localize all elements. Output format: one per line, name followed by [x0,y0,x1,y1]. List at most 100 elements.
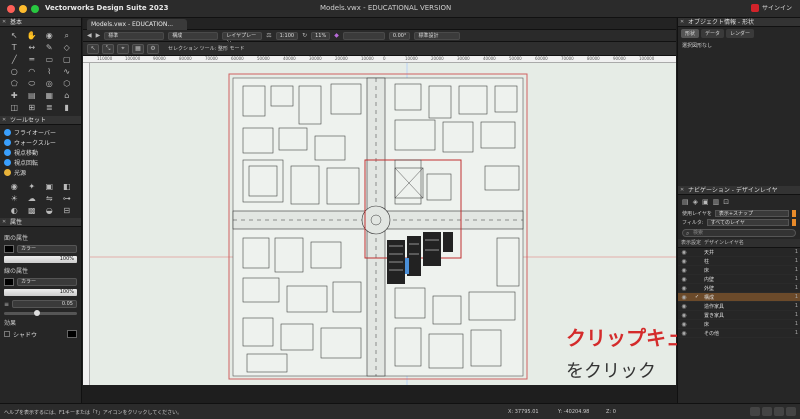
slab-icon[interactable]: ▦ [41,90,58,101]
visibility-eye-icon[interactable]: ◉ [678,321,690,328]
col-visibility[interactable]: 表示設定 [678,239,704,247]
arc-icon[interactable]: ◠ [24,66,41,77]
object-info-title[interactable]: オブジェクト情報 - 形状 [678,18,800,27]
double-line-icon[interactable]: ═ [24,54,41,65]
fill-opacity[interactable]: 100% [4,256,77,263]
render-icon[interactable]: ◐ [6,205,23,216]
shadow-swatch[interactable] [67,330,77,338]
help-button[interactable] [774,407,784,416]
active-layer-dropdown[interactable]: 表示+スナップ [714,210,789,217]
fill-type-dropdown[interactable]: カラー [17,245,77,253]
tab-models[interactable]: Models.vwx - EDUCATION... [87,19,187,30]
dimension-icon[interactable]: ↔ [24,42,41,53]
forward-icon[interactable]: ▶ [96,32,101,39]
zoom-value[interactable]: 11% [311,31,331,40]
col-name[interactable]: デザインレイヤ名 [704,239,744,247]
layer-plane-dropdown[interactable]: レイヤプレーン [222,31,263,46]
visibility-eye-icon[interactable]: ◉ [678,258,690,265]
tab-render[interactable]: レンダー [726,29,755,38]
section-icon[interactable]: ◧ [59,181,76,192]
back-icon[interactable]: ◀ [87,32,92,39]
attribute-icon[interactable]: ◇ [59,42,76,53]
toolset-item-pan-view[interactable]: 視点移動 [4,147,77,157]
notification-icon[interactable] [750,3,759,12]
view-options-button[interactable] [786,407,796,416]
pan-icon[interactable]: ✋ [24,30,41,41]
layer-row[interactable]: ◉ その他 1 [678,329,800,338]
stair-icon[interactable]: ≣ [41,102,58,113]
transform-mode-icon[interactable]: ⤡ [102,43,114,54]
render-mode-icon[interactable]: ◆ [334,32,339,39]
visibility-eye-icon[interactable]: ◉ [678,267,690,274]
layers-icon[interactable]: ◈ [693,198,698,206]
visibility-eye-icon[interactable]: ◉ [678,285,690,292]
visibility-eye-icon[interactable]: ◉ [678,276,690,283]
layer-row[interactable]: ◉ 天井 1 [678,248,800,257]
angle-value[interactable]: 0.00° [388,31,411,40]
grid-button[interactable] [762,407,772,416]
line-opacity[interactable]: 100% [4,289,77,296]
attributes-palette-title[interactable]: 属性 [0,218,81,227]
toolset-item-flyover[interactable]: フライオーバー [4,127,77,137]
settings-icon[interactable]: ⚙ [147,43,159,54]
column-icon[interactable]: ▮ [59,102,76,113]
view-dropdown[interactable]: 標準設計 [414,31,461,40]
freehand-icon[interactable]: ∿ [59,66,76,77]
filter-dropdown[interactable]: すべてのレイヤ [706,219,789,226]
scale-value[interactable]: 1:100 [275,31,299,40]
align-icon[interactable]: ⊟ [59,205,76,216]
navigation-title[interactable]: ナビゲーション - デザインレイヤ [678,186,800,195]
layer-row[interactable]: ◉ ✓ 構成 1 [678,293,800,302]
opacity-slider[interactable] [4,310,77,316]
close-window-button[interactable] [7,5,15,13]
spiral-icon[interactable]: ◎ [41,78,58,89]
visibility-eye-icon[interactable]: ◉ [678,249,690,256]
layer-row[interactable]: ◉ 柱 1 [678,257,800,266]
projection-dropdown[interactable] [342,31,385,40]
layer-row[interactable]: ◉ 置き家具 1 [678,311,800,320]
minimize-window-button[interactable] [19,5,27,13]
layer-search-input[interactable]: 検索 [682,229,796,237]
cloud-icon[interactable]: ☁ [24,193,41,204]
rounded-rect-icon[interactable]: ▢ [59,54,76,65]
snap-button[interactable] [750,407,760,416]
basic-palette-title[interactable]: 基本 [0,18,81,27]
tab-data[interactable]: データ [701,29,725,38]
toolset-item-walkthrough[interactable]: ウォークスルー [4,137,77,147]
layer-row[interactable]: ◉ 内壁 1 [678,275,800,284]
tape-icon[interactable]: ⊶ [59,193,76,204]
sheets-icon[interactable]: ▥ [713,198,720,206]
tab-shape[interactable]: 形状 [681,29,700,38]
regular-polygon-icon[interactable]: ⬡ [59,78,76,89]
clip-cube-icon[interactable]: ▣ [41,181,58,192]
rotate-plan-icon[interactable]: ↻ [302,32,307,39]
fill-swatch[interactable] [4,245,14,253]
window-icon[interactable]: ⊞ [24,102,41,113]
toolset-palette-title[interactable]: ツールセット [0,116,81,125]
sun-icon[interactable]: ☀ [6,193,23,204]
classes-icon[interactable]: ▤ [682,198,689,206]
camera-icon[interactable]: ◉ [6,181,23,192]
visibility-eye-icon[interactable]: ◉ [678,303,690,310]
protractor-icon[interactable]: ◒ [41,205,58,216]
locus-icon[interactable]: ✚ [6,90,23,101]
flyover-icon[interactable]: ◉ [41,30,58,41]
layer-row[interactable]: ◉ 外壁 1 [678,284,800,293]
polygon-icon[interactable]: ⬠ [6,78,23,89]
roof-icon[interactable]: ⌂ [59,90,76,101]
pointer-icon[interactable]: ↖ [6,30,23,41]
line-swatch[interactable] [4,278,14,286]
layer-row[interactable]: ◉ 床 1 [678,266,800,275]
group-mode-icon[interactable]: ▦ [132,43,144,54]
layer-row[interactable]: ◉ 造作家具 1 [678,302,800,311]
eyedropper-icon[interactable]: ✎ [41,42,58,53]
toolset-item-light[interactable]: 光源 [4,167,77,177]
layer-row[interactable]: ◉ 床 1 [678,320,800,329]
zoom-window-button[interactable] [31,5,39,13]
text-icon[interactable]: T [6,42,23,53]
oval-icon[interactable]: ⬭ [24,78,41,89]
shadow-checkbox[interactable] [4,331,10,337]
texture-icon[interactable]: ▩ [24,205,41,216]
visibility-eye-icon[interactable]: ◉ [678,312,690,319]
slider-knob[interactable] [34,310,40,316]
